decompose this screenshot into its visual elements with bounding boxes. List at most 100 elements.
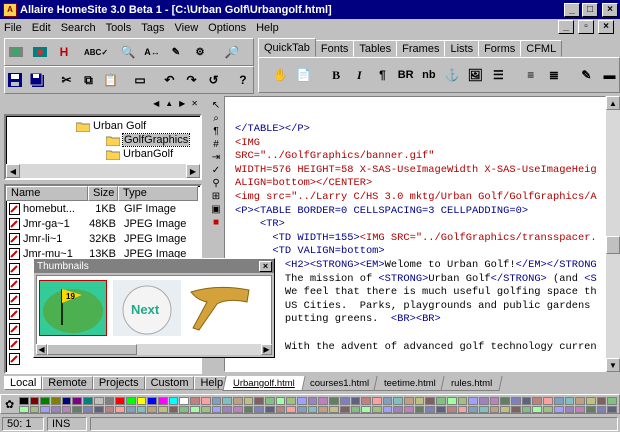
homesite-icon[interactable]: H: [53, 41, 75, 63]
color-swatch[interactable]: [297, 397, 307, 405]
color-swatch[interactable]: [478, 405, 489, 413]
color-swatch[interactable]: [147, 405, 158, 413]
align-right-icon[interactable]: ≣: [544, 64, 563, 86]
color-swatch[interactable]: [83, 397, 93, 405]
tree-hscroll[interactable]: ◀ ▶: [6, 164, 200, 178]
color-swatch[interactable]: [521, 405, 532, 413]
color-swatch[interactable]: [607, 397, 617, 405]
color-swatch[interactable]: [61, 405, 72, 413]
tab-quicktab[interactable]: QuickTab: [258, 38, 316, 57]
color-swatch[interactable]: [511, 405, 521, 413]
color-swatch[interactable]: [265, 397, 275, 405]
tab-remote[interactable]: Remote: [42, 376, 93, 390]
color-swatch[interactable]: [596, 397, 607, 405]
menu-tools[interactable]: Tools: [106, 22, 132, 34]
color-swatch[interactable]: [532, 405, 543, 413]
tree-item[interactable]: Urban Golf: [76, 120, 146, 132]
tree-item[interactable]: UrbanGolf: [106, 148, 173, 160]
color-swatch[interactable]: [115, 405, 125, 413]
doc-tab-courses1[interactable]: courses1.html: [299, 376, 380, 391]
panel-right-arrow[interactable]: ▶: [179, 99, 185, 108]
color-swatch[interactable]: [339, 405, 350, 413]
color-swatch[interactable]: [222, 397, 232, 405]
file-row[interactable]: Jmr-li~1 32KB JPEG Image: [6, 231, 200, 246]
menu-edit[interactable]: Edit: [32, 22, 51, 34]
color-swatch[interactable]: [425, 405, 436, 413]
color-swatch[interactable]: [489, 405, 500, 413]
tab-custom[interactable]: Custom: [144, 376, 195, 390]
color-swatch[interactable]: [371, 405, 382, 413]
color-swatch[interactable]: [158, 405, 168, 413]
color-swatch[interactable]: [19, 397, 29, 405]
doc-tab-rules[interactable]: rules.html: [440, 376, 503, 391]
code-line[interactable]: With the advent of advanced golf technol…: [235, 341, 605, 355]
color-swatch[interactable]: [243, 397, 254, 405]
color-swatch[interactable]: [147, 397, 158, 405]
color-swatch[interactable]: [29, 397, 40, 405]
color-swatch[interactable]: [575, 397, 585, 405]
word-wrap-icon[interactable]: ⌕: [213, 113, 219, 124]
paragraph-icon[interactable]: ¶: [213, 126, 218, 137]
color-swatch[interactable]: [286, 397, 297, 405]
color-swatch[interactable]: [382, 405, 393, 413]
color-swatch[interactable]: [585, 397, 596, 405]
color-swatch[interactable]: [404, 405, 414, 413]
column-name[interactable]: Name: [6, 186, 88, 201]
color-swatch[interactable]: [104, 405, 115, 413]
validate-icon[interactable]: ✎: [165, 41, 187, 63]
color-swatch[interactable]: [200, 397, 211, 405]
save-remote-icon[interactable]: [29, 41, 51, 63]
image-icon[interactable]: 🖼: [466, 64, 485, 86]
doc-restore-button[interactable]: ▫: [578, 20, 594, 34]
color-swatch[interactable]: [51, 397, 61, 405]
color-swatch[interactable]: [553, 397, 564, 405]
color-swatch[interactable]: [521, 397, 532, 405]
code-line[interactable]: <TD VALIGN=bottom>: [235, 245, 605, 259]
indent-icon[interactable]: ⇥: [212, 152, 220, 163]
color-swatch[interactable]: [243, 405, 254, 413]
color-swatch[interactable]: [500, 405, 511, 413]
color-swatch[interactable]: [585, 405, 596, 413]
redo-icon[interactable]: ↷: [181, 69, 201, 91]
color-swatch[interactable]: [232, 405, 243, 413]
tab-lists[interactable]: Lists: [444, 40, 480, 57]
color-swatch[interactable]: [361, 397, 371, 405]
doc-minimize-button[interactable]: _: [558, 20, 574, 34]
snippets-icon[interactable]: ⊞: [212, 191, 220, 202]
color-swatch[interactable]: [254, 405, 265, 413]
color-swatch[interactable]: [350, 405, 361, 413]
thumbnails-close-button[interactable]: ×: [259, 260, 272, 272]
color-swatch[interactable]: [286, 405, 297, 413]
color-swatch[interactable]: [29, 405, 40, 413]
save-icon[interactable]: [5, 69, 25, 91]
color-swatch[interactable]: [596, 405, 607, 413]
color-swatch[interactable]: [179, 405, 190, 413]
tab-forms[interactable]: Forms: [478, 40, 522, 57]
color-swatch[interactable]: [93, 397, 104, 405]
panel-up-arrow[interactable]: ▲: [165, 99, 173, 108]
code-line[interactable]: <TD WIDTH=155><IMG SRC="../GolfGraphics/…: [235, 232, 605, 246]
panel-left-arrow[interactable]: ◀: [153, 99, 159, 108]
menu-options[interactable]: Options: [208, 22, 246, 34]
thumbnail-golf-flag[interactable]: 19: [39, 280, 107, 336]
tab-cfml[interactable]: CFML: [520, 40, 563, 57]
anchor-icon[interactable]: ⚓: [442, 64, 461, 86]
close-button[interactable]: ×: [602, 2, 618, 17]
code-line[interactable]: [235, 327, 605, 341]
thumbnails-hscroll[interactable]: ◀ ▶: [36, 344, 272, 355]
color-swatch[interactable]: [211, 397, 222, 405]
code-line[interactable]: US Cities. Parks, playgrounds and public…: [235, 300, 605, 314]
spellcheck-icon[interactable]: ABC✓: [84, 41, 108, 63]
pencil-icon[interactable]: ✎: [577, 64, 596, 86]
color-swatch[interactable]: [393, 397, 404, 405]
file-row[interactable]: homebut... 1KB GIF Image: [6, 201, 200, 216]
code-line[interactable]: <IMG: [235, 137, 605, 151]
color-swatch[interactable]: [93, 405, 104, 413]
panel-close-icon[interactable]: ✕: [191, 99, 198, 108]
color-swatch[interactable]: [511, 397, 521, 405]
color-swatch[interactable]: [318, 405, 329, 413]
code-line[interactable]: </TABLE></P>: [235, 123, 605, 137]
color-swatch[interactable]: [125, 397, 136, 405]
color-swatch[interactable]: [361, 405, 371, 413]
color-swatch[interactable]: [329, 397, 339, 405]
